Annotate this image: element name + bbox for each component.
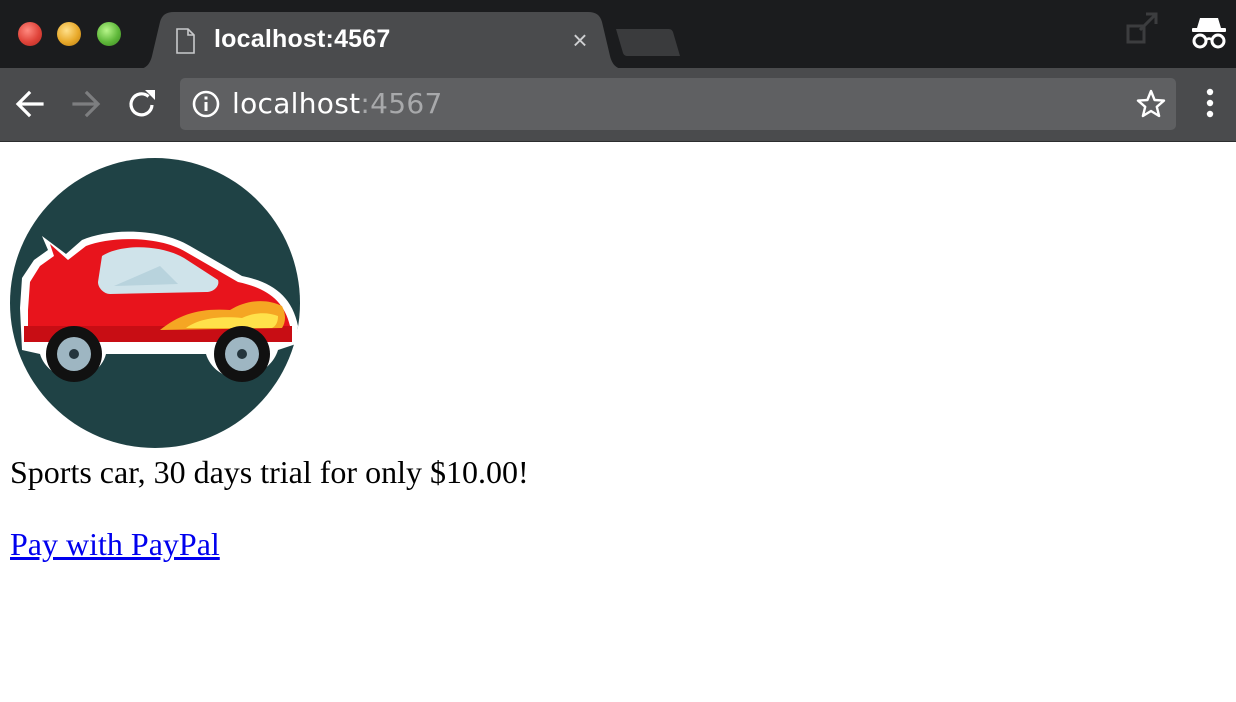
tab-close-icon[interactable]: ×: [568, 27, 592, 53]
star-icon[interactable]: [1135, 88, 1167, 120]
tab-title: localhost:4567: [214, 25, 391, 53]
tab-strip: localhost:4567 ×: [0, 0, 1236, 69]
address-bar[interactable]: localhost:4567: [180, 78, 1176, 130]
tab-localhost[interactable]: localhost:4567 ×: [138, 12, 624, 69]
incognito-icon: [1192, 18, 1226, 49]
info-icon[interactable]: [192, 90, 220, 118]
arrow-left-icon[interactable]: [12, 86, 48, 122]
window-minimize-button[interactable]: [57, 22, 81, 46]
browser-toolbar: localhost:4567: [0, 68, 1236, 142]
three-dots-vertical-icon[interactable]: [1198, 88, 1222, 120]
window-maximize-button[interactable]: [97, 22, 121, 46]
url-port: :4567: [360, 87, 443, 120]
window-close-button[interactable]: [18, 22, 42, 46]
pay-with-paypal-link[interactable]: Pay with PayPal: [10, 526, 220, 563]
cast-icon[interactable]: [1124, 12, 1160, 46]
page-content: Sports car, 30 days trial for only $10.0…: [0, 142, 1236, 702]
new-tab-button[interactable]: [616, 28, 682, 58]
product-description: Sports car, 30 days trial for only $10.0…: [10, 454, 529, 490]
reload-icon[interactable]: [124, 86, 160, 122]
arrow-right-icon[interactable]: [68, 86, 104, 122]
document-icon: [176, 28, 195, 54]
url-host: localhost: [232, 87, 361, 120]
sports-car-image: [10, 158, 300, 448]
address-url[interactable]: localhost:4567: [232, 87, 443, 120]
